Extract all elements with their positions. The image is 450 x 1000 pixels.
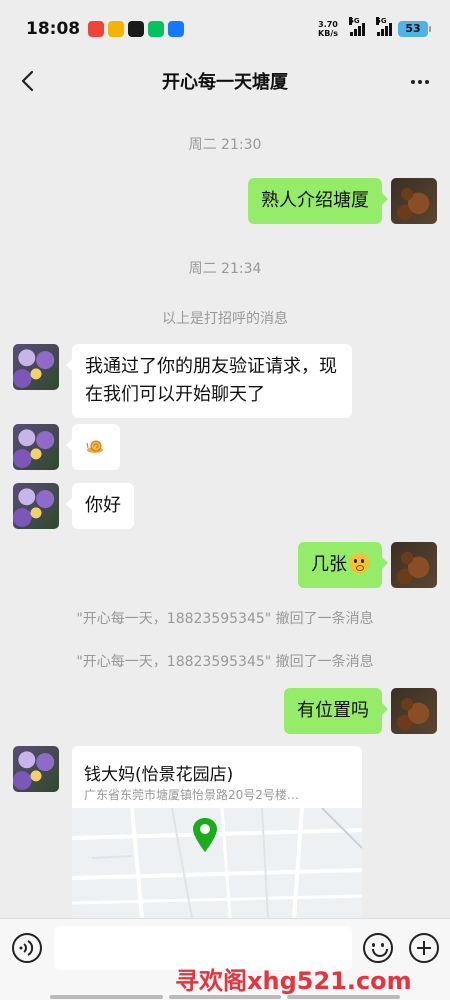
app-notification-icon: [128, 21, 145, 37]
title-bar: 开心每一天塘厦: [0, 58, 450, 104]
watermark-text: 寻欢阁xhg521.com: [175, 967, 412, 995]
contact-avatar[interactable]: [13, 746, 59, 792]
status-right: 3.70 KB/s 5G 5G 53: [318, 17, 431, 38]
signal-label: 5G: [376, 17, 387, 25]
timestamp: 周二 21:34: [188, 261, 262, 277]
contact-avatar[interactable]: [13, 424, 59, 470]
back-button[interactable]: [14, 66, 44, 96]
message-bubble-outgoing[interactable]: 熟人介绍塘厦: [248, 178, 388, 224]
more-dot-icon: [425, 80, 429, 84]
map-pin-icon: [193, 818, 217, 852]
gesture-bar: [50, 995, 401, 999]
blushing-emoji-icon: [349, 553, 369, 573]
recall-notice: "开心每一天，18823595345" 撤回了一条消息: [76, 611, 374, 627]
location-name: 钱大妈(怡景花园店): [84, 765, 234, 785]
recall-notice: "开心每一天，18823595345" 撤回了一条消息: [76, 654, 374, 670]
more-options-button[interactable]: [406, 70, 434, 94]
voice-input-button[interactable]: [12, 933, 42, 963]
app-notification-icon: [108, 21, 125, 37]
status-app-icons: [88, 21, 185, 37]
signal-label: 5G: [349, 17, 360, 25]
my-avatar[interactable]: [391, 688, 437, 734]
snail-emoji-icon: [86, 440, 103, 453]
location-card[interactable]: 钱大妈(怡景花园店) 广东省东莞市塘厦镇怡景路20号2号楼…: [72, 746, 362, 918]
chevron-left-icon: [21, 70, 34, 92]
net-speed: 3.70 KB/s: [318, 20, 338, 38]
voice-icon: [19, 940, 34, 956]
more-dot-icon: [411, 80, 415, 84]
wechat-icon: [148, 21, 165, 37]
signal-icon: 5G: [349, 17, 365, 36]
message-bubble-outgoing[interactable]: 几张: [298, 542, 388, 588]
contact-avatar[interactable]: [13, 344, 59, 390]
battery-icon: 53: [398, 21, 431, 37]
signal-icon: 5G: [376, 17, 392, 36]
message-bubble-outgoing[interactable]: 有位置吗: [284, 688, 388, 734]
input-bar: 寻欢阁xhg521.com: [0, 918, 450, 1000]
app-notification-icon: [88, 21, 105, 37]
status-time: 18:08: [26, 19, 81, 39]
my-avatar[interactable]: [391, 542, 437, 588]
net-speed-unit: KB/s: [318, 29, 338, 38]
message-bubble-incoming[interactable]: 我通过了你的朋友验证请求，现在我们可以开始聊天了: [66, 344, 352, 418]
status-bar: 18:08 3.70 KB/s 5G 5G 53: [0, 0, 450, 58]
emoji-button[interactable]: [363, 933, 393, 963]
message-text: 几张: [311, 554, 347, 575]
chat-area[interactable]: 周二 21:30 熟人介绍塘厦 周二 21:34 以上是打招呼的消息 我通过了你…: [0, 104, 450, 918]
sticker-bubble[interactable]: [66, 424, 120, 470]
net-speed-value: 3.70: [318, 20, 338, 29]
alipay-icon: [168, 21, 185, 37]
contact-avatar[interactable]: [13, 483, 59, 529]
my-avatar[interactable]: [391, 178, 437, 224]
more-actions-button[interactable]: [409, 933, 439, 963]
location-address: 广东省东莞市塘厦镇怡景路20号2号楼…: [84, 788, 299, 802]
more-dot-icon: [418, 80, 422, 84]
greeting-notice: 以上是打招呼的消息: [162, 311, 288, 327]
message-bubble-incoming[interactable]: 你好: [66, 483, 134, 529]
page-title: 开心每一天塘厦: [162, 72, 288, 93]
timestamp: 周二 21:30: [188, 137, 262, 153]
